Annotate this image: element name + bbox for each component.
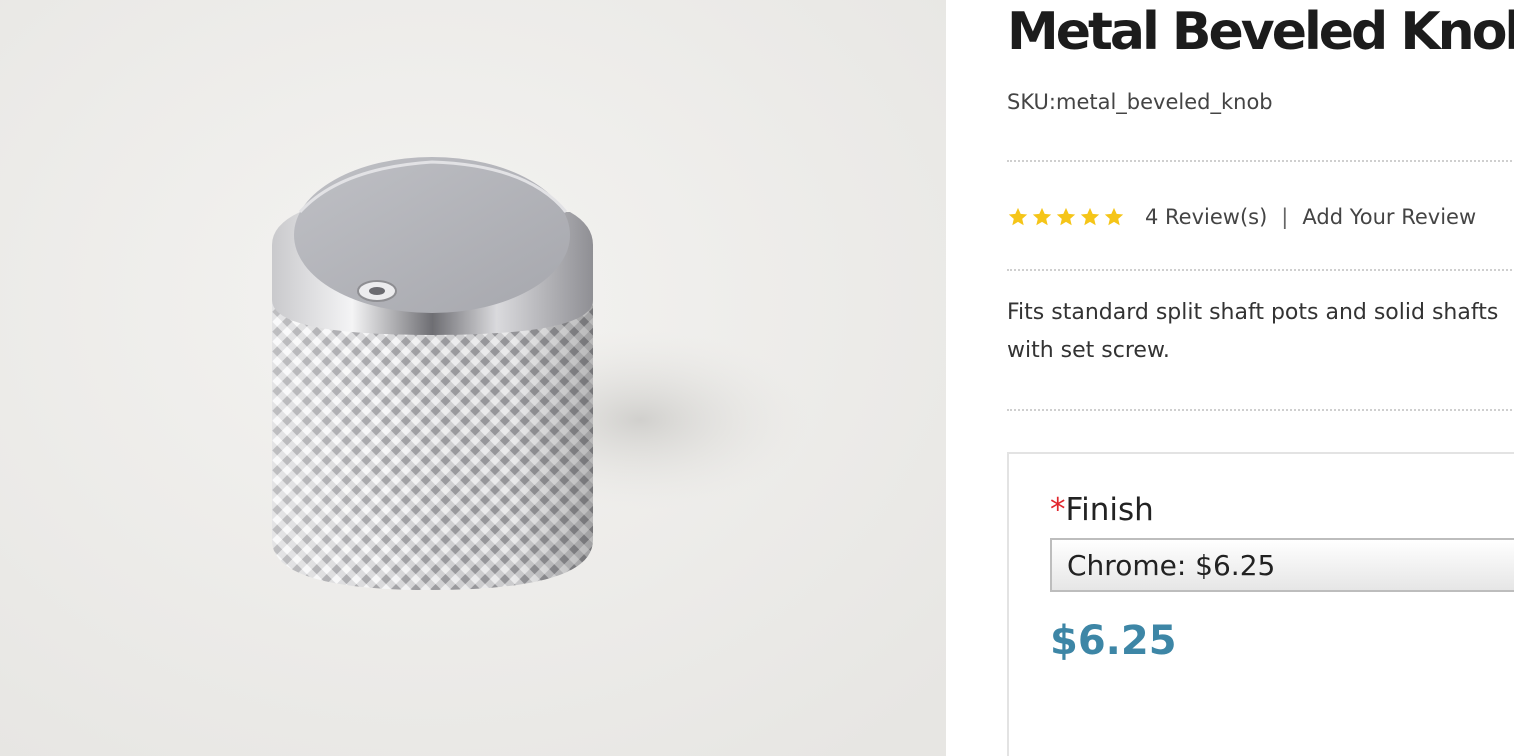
product-sku: SKU:metal_beveled_knob (1007, 90, 1273, 114)
star-icon (1056, 207, 1076, 226)
divider (1007, 409, 1514, 411)
star-icon (1008, 207, 1028, 226)
finish-select-value: Chrome: $6.25 (1067, 548, 1276, 582)
product-image[interactable] (0, 0, 946, 756)
product-price: $6.25 (1050, 618, 1177, 664)
product-title: Metal Beveled Knob (1007, 2, 1514, 62)
star-icon (1032, 207, 1052, 226)
chrome-knob-photo (0, 0, 946, 756)
product-description: Fits standard split shaft pots and solid… (1007, 300, 1499, 363)
product-options-box: *Finish Chrome: $6.25 $6.25 (1007, 452, 1514, 756)
separator: | (1281, 205, 1289, 229)
reviews-count-link[interactable]: 4 Review(s) (1145, 205, 1267, 229)
required-mark: * (1050, 492, 1066, 528)
rating-row: 4 Review(s) | Add Your Review (1007, 200, 1476, 234)
star-icon (1104, 207, 1124, 226)
add-review-link[interactable]: Add Your Review (1302, 205, 1476, 229)
divider (1007, 269, 1514, 271)
finish-label: *Finish (1050, 492, 1154, 528)
finish-select[interactable]: Chrome: $6.25 (1050, 538, 1514, 592)
product-info: Metal Beveled Knob SKU:metal_beveled_kno… (946, 0, 1514, 756)
star-icon (1080, 207, 1100, 226)
finish-label-text: Finish (1065, 492, 1154, 528)
rating-stars (1007, 206, 1125, 228)
divider (1007, 160, 1514, 162)
